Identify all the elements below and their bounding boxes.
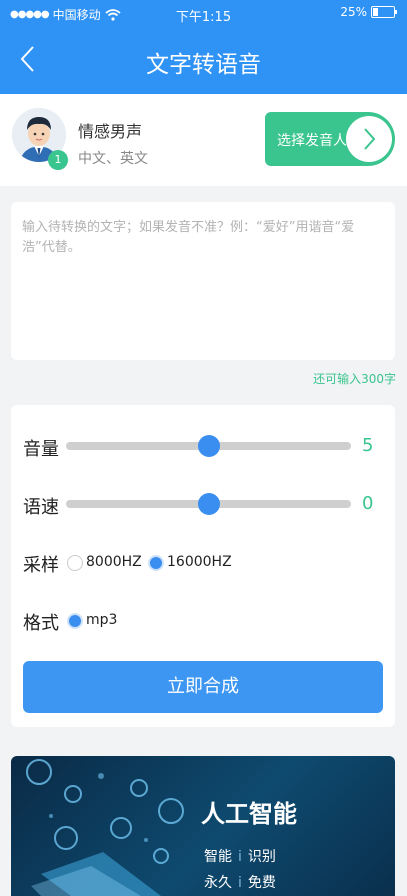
speed-slider-thumb[interactable] <box>197 493 220 515</box>
option-mp3[interactable]: mp3 <box>86 612 117 628</box>
banner-line-1: 智能 i 识别 <box>204 846 276 866</box>
promo-banner[interactable]: 人工智能 智能 i 识别 永久 i 免费 <box>11 756 395 896</box>
settings-panel: 音量 5 语速 0 采样 8000HZ 16000HZ 格式 mp3 立即合成 <box>11 405 395 727</box>
option-16000hz[interactable]: 16000HZ <box>167 554 232 570</box>
chevron-right-icon <box>346 116 392 162</box>
battery-percent: 25% <box>340 5 367 19</box>
radio-mp3[interactable] <box>67 613 83 629</box>
nav-bar: 文字转语音 <box>0 28 407 94</box>
status-bar: ●●●●● 中国移动 下午1:15 25% <box>0 0 407 28</box>
speaker-panel: 1 情感男声 中文、英文 选择发音人 <box>0 94 407 186</box>
choose-speaker-label: 选择发音人 <box>277 133 347 149</box>
page-title: 文字转语音 <box>146 52 261 78</box>
banner-title: 人工智能 <box>201 800 297 828</box>
banner-line-2: 永久 i 免费 <box>204 872 276 892</box>
radio-8000hz[interactable] <box>67 555 83 571</box>
text-input-placeholder: 输入待转换的文字；如果发音不准？例：“爱好”用谐音“爱浩”代替。 <box>22 220 355 255</box>
speaker-level-badge: 1 <box>48 150 68 170</box>
battery-icon <box>371 6 397 18</box>
volume-slider[interactable] <box>66 435 351 457</box>
option-8000hz[interactable]: 8000HZ <box>86 554 142 570</box>
volume-slider-thumb[interactable] <box>197 435 220 457</box>
banner-text: 智能 <box>204 849 232 865</box>
remaining-chars: 还可输入300字 <box>313 372 396 386</box>
volume-value: 5 <box>362 435 374 456</box>
sample-label: 采样 <box>23 555 59 576</box>
speed-value: 0 <box>362 493 374 514</box>
volume-label: 音量 <box>23 439 59 460</box>
speaker-languages: 中文、英文 <box>78 151 148 167</box>
text-input-area[interactable]: 输入待转换的文字；如果发音不准？例：“爱好”用谐音“爱浩”代替。 <box>11 202 395 360</box>
banner-text: 识别 <box>247 849 276 865</box>
radio-16000hz[interactable] <box>148 555 164 571</box>
synthesize-button[interactable]: 立即合成 <box>23 661 383 713</box>
speed-label: 语速 <box>23 497 59 518</box>
speaker-name: 情感男声 <box>78 122 143 141</box>
speed-slider[interactable] <box>66 493 351 515</box>
choose-speaker-button[interactable]: 选择发音人 <box>265 112 395 166</box>
banner-separator: i <box>238 849 242 865</box>
battery-info: 25% <box>340 5 397 19</box>
format-label: 格式 <box>23 613 59 634</box>
battery-fill <box>373 8 378 16</box>
